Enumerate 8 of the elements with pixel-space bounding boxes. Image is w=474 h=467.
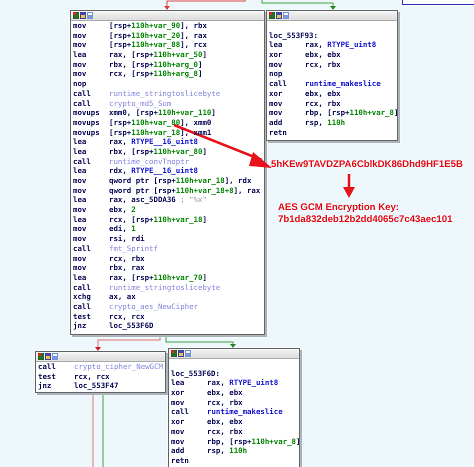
- edge-arrow: [95, 336, 160, 351]
- edge-arrow: [166, 336, 236, 348]
- edge-line: [92, 395, 94, 467]
- arrow-down-icon: [343, 174, 355, 198]
- key-value: 7b1da832deb12b2dd4065c7c43aec101: [278, 214, 454, 226]
- key-title: AES GCM Encryption Key:: [278, 202, 400, 214]
- md5-string: 5hKEw9TAVDZPA6CblkDK86Dhd9HF1E5B: [271, 159, 463, 171]
- edge-line: [102, 395, 104, 467]
